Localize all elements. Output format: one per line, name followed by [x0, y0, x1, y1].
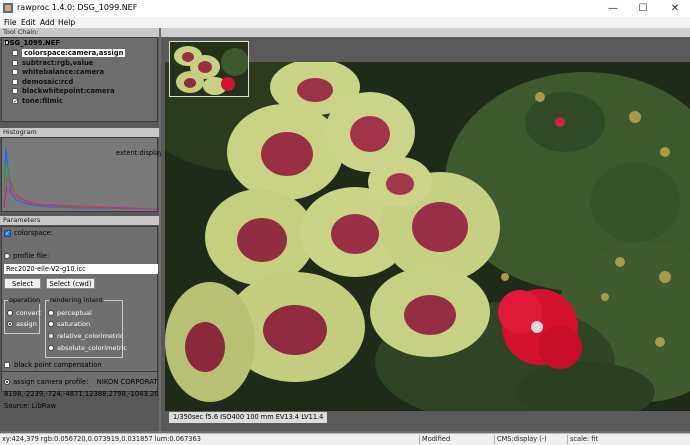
toolchain-item[interactable]: whitebalance:camera [12, 67, 104, 76]
convert-radio[interactable] [7, 310, 13, 316]
image-top-bar [161, 28, 690, 37]
item-checkbox[interactable] [12, 87, 18, 94]
profile-file-input[interactable]: Rec2020-elle-V2-g10.icc [4, 264, 158, 274]
close-button[interactable]: ✕ [660, 0, 690, 17]
toolchain-root[interactable]: DSG_1099.NEF [4, 39, 60, 47]
operation-convert[interactable]: convert [7, 309, 41, 317]
window-title: rawproc 1.4.0: DSG_1099.NEF [17, 3, 138, 12]
item-checkbox[interactable] [12, 78, 18, 85]
toolchain-item[interactable]: blackwhitepoint:camera [12, 86, 115, 95]
select-button[interactable]: Select [4, 278, 41, 289]
status-bar: xy:424,379 rgb:0.056720,0.073919,0.03185… [0, 433, 690, 445]
camera-name: NIKON CORPORATION [96, 378, 158, 386]
title-bar: rawproc 1.4.0: DSG_1099.NEF — ☐ ✕ [0, 0, 690, 17]
histogram-header: Histogram [0, 128, 159, 137]
item-checkbox[interactable] [12, 49, 18, 56]
intent-perceptual[interactable]: perceptual [48, 309, 92, 317]
navigation-thumbnail[interactable] [169, 41, 249, 97]
toolchain-item-label: blackwhitepoint:camera [22, 86, 115, 95]
colorspace-toggle[interactable]: ✓ colorspace: [4, 229, 53, 237]
menu-file[interactable]: File [4, 17, 17, 28]
toolchain-item-label: whitebalance:camera [22, 67, 105, 76]
perceptual-radio[interactable] [48, 310, 54, 316]
divider [0, 371, 159, 372]
status-scale: scale: fit [570, 435, 599, 443]
assign-camera-radio[interactable] [4, 379, 10, 385]
toolchain-header: Tool Chain: [0, 28, 159, 37]
histogram-extent[interactable]: extent:display [116, 149, 163, 157]
intent-relative[interactable]: relative_colorimetric [48, 332, 124, 340]
operation-label: operation [8, 296, 42, 304]
toolchain-item-label: subtract:rgb,value [22, 58, 94, 67]
toolchain-item-label: colorspace:camera,assign [22, 48, 126, 57]
status-modified: Modified [422, 435, 451, 443]
menu-bar: File Edit Add Help [0, 17, 690, 28]
black-point-checkbox[interactable] [4, 362, 10, 368]
parameters-header: Parameters [0, 216, 159, 225]
saturation-radio[interactable] [48, 321, 54, 327]
operation-assign[interactable]: assign [7, 320, 37, 328]
intent-saturation[interactable]: saturation [48, 320, 90, 328]
minimize-button[interactable]: — [598, 0, 628, 17]
colorspace-label: colorspace: [14, 229, 53, 237]
source-label: Source: LibRaw [4, 402, 57, 410]
profile-file-radio[interactable] [4, 253, 10, 259]
thumbnail-image [170, 42, 248, 96]
flower-photo [165, 62, 690, 411]
status-cms: CMS:display (-) [497, 435, 547, 443]
toolchain-item[interactable]: subtract:rgb,value [12, 58, 93, 67]
status-divider [567, 435, 568, 444]
menu-add[interactable]: Add [40, 17, 55, 28]
status-divider [494, 435, 495, 444]
operation-group [4, 300, 40, 334]
intent-absolute[interactable]: absolute_colorimetric [48, 344, 127, 352]
absolute-radio[interactable] [48, 345, 54, 351]
select-cwd-button[interactable]: Select (cwd) [46, 278, 95, 289]
item-checkbox-checked[interactable]: ✓ [12, 97, 18, 104]
profile-file-label: profile file: [13, 252, 50, 260]
maximize-button[interactable]: ☐ [628, 0, 658, 17]
menu-help[interactable]: Help [58, 17, 75, 28]
close-icon: ✕ [670, 3, 680, 14]
menu-edit[interactable]: Edit [21, 17, 36, 28]
toolchain-item[interactable]: ✓ tone:filmic [12, 96, 63, 105]
item-checkbox[interactable] [12, 59, 18, 66]
relative-radio[interactable] [48, 333, 54, 339]
assign-radio[interactable] [7, 321, 13, 327]
camera-matrix: 8198,-2239,-724,-4871,12388,2798,-1043,2… [4, 390, 159, 398]
item-checkbox[interactable] [12, 68, 18, 75]
maximize-icon: ☐ [638, 3, 648, 14]
status-divider [419, 435, 420, 444]
app-icon [3, 3, 13, 13]
colorspace-checkbox[interactable]: ✓ [4, 229, 11, 237]
toolchain-item[interactable]: demosaic:rcd [12, 77, 73, 86]
rendering-intent-label: rendering intent [49, 296, 104, 304]
toolchain-item[interactable]: colorspace:camera,assign [12, 48, 126, 57]
black-point-option[interactable]: black point compensation [4, 361, 102, 369]
black-point-label: black point compensation [14, 361, 102, 369]
toolchain-item-label: demosaic:rcd [22, 77, 74, 86]
toolchain-item-label: tone:filmic [22, 96, 63, 105]
minimize-icon: — [608, 3, 618, 14]
exif-info-bar: 1/350sec f5.6 ISO400 100 mm EV13.4 LV11.… [169, 412, 328, 423]
photo-canvas[interactable] [165, 62, 690, 411]
assign-camera-profile-option[interactable]: assign camera profile: NIKON CORPORATION [4, 378, 158, 386]
status-coordinates: xy:424,379 rgb:0.056720,0.073919,0.03185… [2, 435, 201, 443]
profile-file-option[interactable]: profile file: [4, 252, 49, 260]
